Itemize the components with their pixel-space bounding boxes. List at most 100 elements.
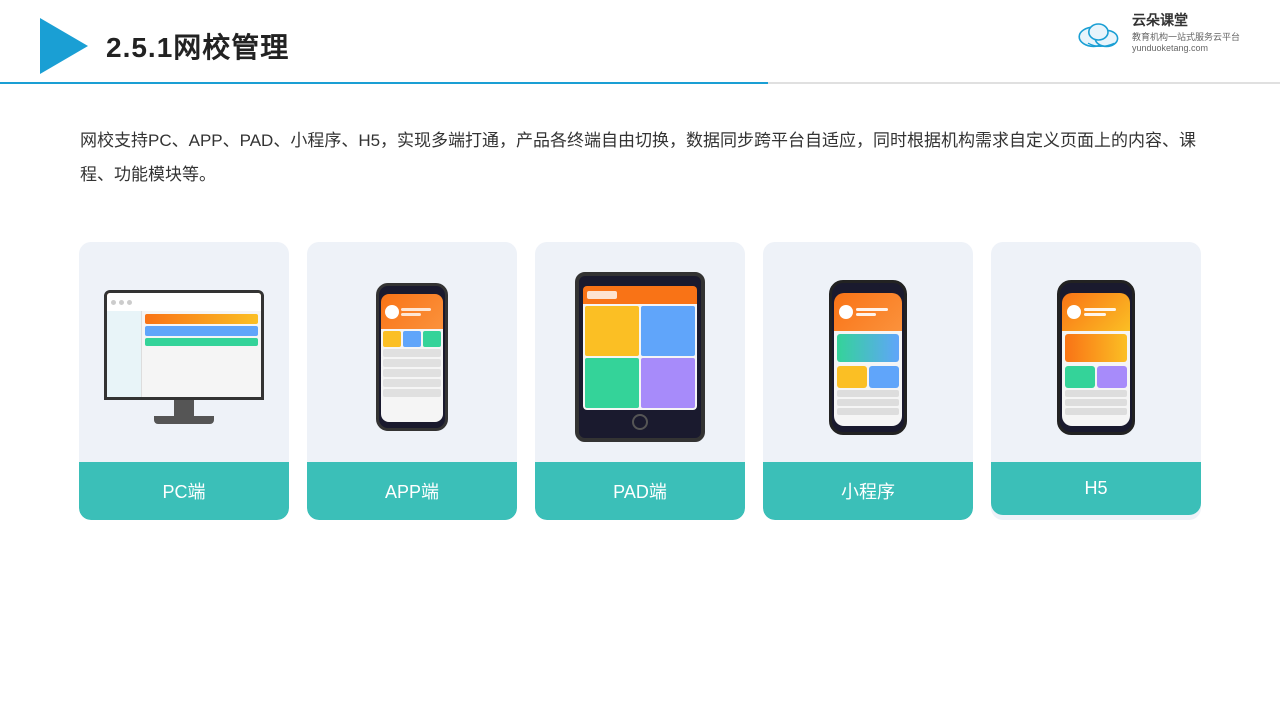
dot1 [111, 300, 116, 305]
h5-phone-notch [1084, 283, 1108, 288]
h5-image-area [991, 242, 1201, 462]
phone-screen-top [381, 294, 443, 329]
mini-list-3 [837, 408, 899, 415]
tablet-body [583, 304, 697, 410]
tablet-cell-2 [641, 306, 695, 356]
tablet-topbar-text [587, 291, 617, 299]
list-item-2 [383, 359, 441, 367]
card-pad: PAD端 [535, 242, 745, 520]
tablet-screen [583, 286, 697, 410]
mini-phone-texts [856, 308, 888, 316]
h5-phone-screen [1062, 293, 1130, 426]
mini-phone-header [834, 293, 902, 331]
mini-card-1 [383, 331, 401, 347]
phone-notch [401, 286, 423, 292]
h5-list-3 [1065, 408, 1127, 415]
mini-text-2 [856, 313, 876, 316]
content-row-1 [145, 314, 258, 324]
h5-phone-texts [1084, 308, 1116, 316]
card-label-h5: H5 [991, 462, 1201, 515]
h5-text-1 [1084, 308, 1116, 311]
pad-image-area [535, 242, 745, 462]
brand-logo: 云朵课堂 教育机构一站式服务云平台 yunduoketang.com [1076, 10, 1240, 53]
mini-card-2 [403, 331, 421, 347]
description-text: 网校支持PC、APP、PAD、小程序、H5，实现多端打通，产品各终端自由切换，数… [0, 74, 1280, 212]
brand-url: yunduoketang.com [1132, 43, 1208, 53]
list-item-1 [383, 349, 441, 357]
card-pc: PC端 [79, 242, 289, 520]
mini-list-1 [837, 390, 899, 397]
content-row-2 [145, 326, 258, 336]
mini-banner [837, 334, 899, 362]
mini-phone-notch [856, 283, 880, 288]
mini-item-2 [869, 366, 899, 388]
pc-image-area [79, 242, 289, 462]
list-item-3 [383, 369, 441, 377]
dot2 [119, 300, 124, 305]
list-item-4 [383, 379, 441, 387]
mini-list-2 [837, 399, 899, 406]
brand-slogan: 教育机构一站式服务云平台 [1132, 30, 1240, 43]
monitor-screen [107, 293, 261, 397]
phone-card-row-1 [383, 331, 441, 347]
mini-program-mockup [829, 280, 907, 435]
mini-program-image-area [763, 242, 973, 462]
page-title: 2.5.1网校管理 [106, 26, 289, 66]
header-divider [0, 82, 1280, 84]
dot3 [127, 300, 132, 305]
phone-screen-body [381, 329, 443, 422]
tablet-home-btn [632, 414, 648, 430]
tablet-cell-3 [585, 358, 639, 408]
h5-phone-avatar [1067, 305, 1081, 319]
phone-screen [381, 294, 443, 422]
tablet-cell-1 [585, 306, 639, 356]
cards-container: PC端 [0, 212, 1280, 520]
monitor-sidebar [107, 311, 142, 397]
h5-item-2 [1097, 366, 1127, 388]
header: 2.5.1网校管理 云朵课堂 教育机构一站式服务云平台 yunduoketang… [0, 0, 1280, 74]
card-label-mini-program: 小程序 [763, 462, 973, 520]
card-label-app: APP端 [307, 462, 517, 520]
mini-phone-screen [834, 293, 902, 426]
h5-mockup [1057, 280, 1135, 435]
h5-banner [1065, 334, 1127, 362]
text-line-2 [401, 313, 421, 316]
card-label-pc: PC端 [79, 462, 289, 520]
h5-card-grid [1065, 366, 1127, 388]
mini-text-1 [856, 308, 888, 311]
mini-phone-body [834, 331, 902, 426]
brand-name: 云朵课堂 [1132, 10, 1188, 30]
monitor-base [154, 416, 214, 424]
mini-card-3 [423, 331, 441, 347]
mini-item-1 [837, 366, 867, 388]
tablet-topbar [583, 286, 697, 304]
monitor-topbar [107, 293, 261, 311]
phone-avatar [385, 305, 399, 319]
mini-card-grid [837, 366, 899, 388]
app-image-area [307, 242, 517, 462]
text-line-1 [401, 308, 431, 311]
monitor-neck [174, 400, 194, 416]
logo-icon [40, 18, 88, 74]
h5-list-1 [1065, 390, 1127, 397]
h5-item-1 [1065, 366, 1095, 388]
content-row-3 [145, 338, 258, 346]
card-mini-program: 小程序 [763, 242, 973, 520]
card-h5: H5 [991, 242, 1201, 520]
monitor-content [142, 311, 261, 397]
tablet-mockup [575, 272, 705, 442]
card-label-pad: PAD端 [535, 462, 745, 520]
monitor-frame [104, 290, 264, 400]
cloud-icon [1076, 14, 1124, 50]
phone-text-lines [401, 308, 431, 316]
card-app: APP端 [307, 242, 517, 520]
h5-phone-header [1062, 293, 1130, 331]
list-item-5 [383, 389, 441, 397]
h5-text-2 [1084, 313, 1106, 316]
tablet-cell-4 [641, 358, 695, 408]
pc-mockup [104, 290, 264, 424]
app-phone-mockup [376, 283, 448, 431]
h5-phone-body [1062, 331, 1130, 426]
mini-phone-avatar [839, 305, 853, 319]
h5-list-2 [1065, 399, 1127, 406]
